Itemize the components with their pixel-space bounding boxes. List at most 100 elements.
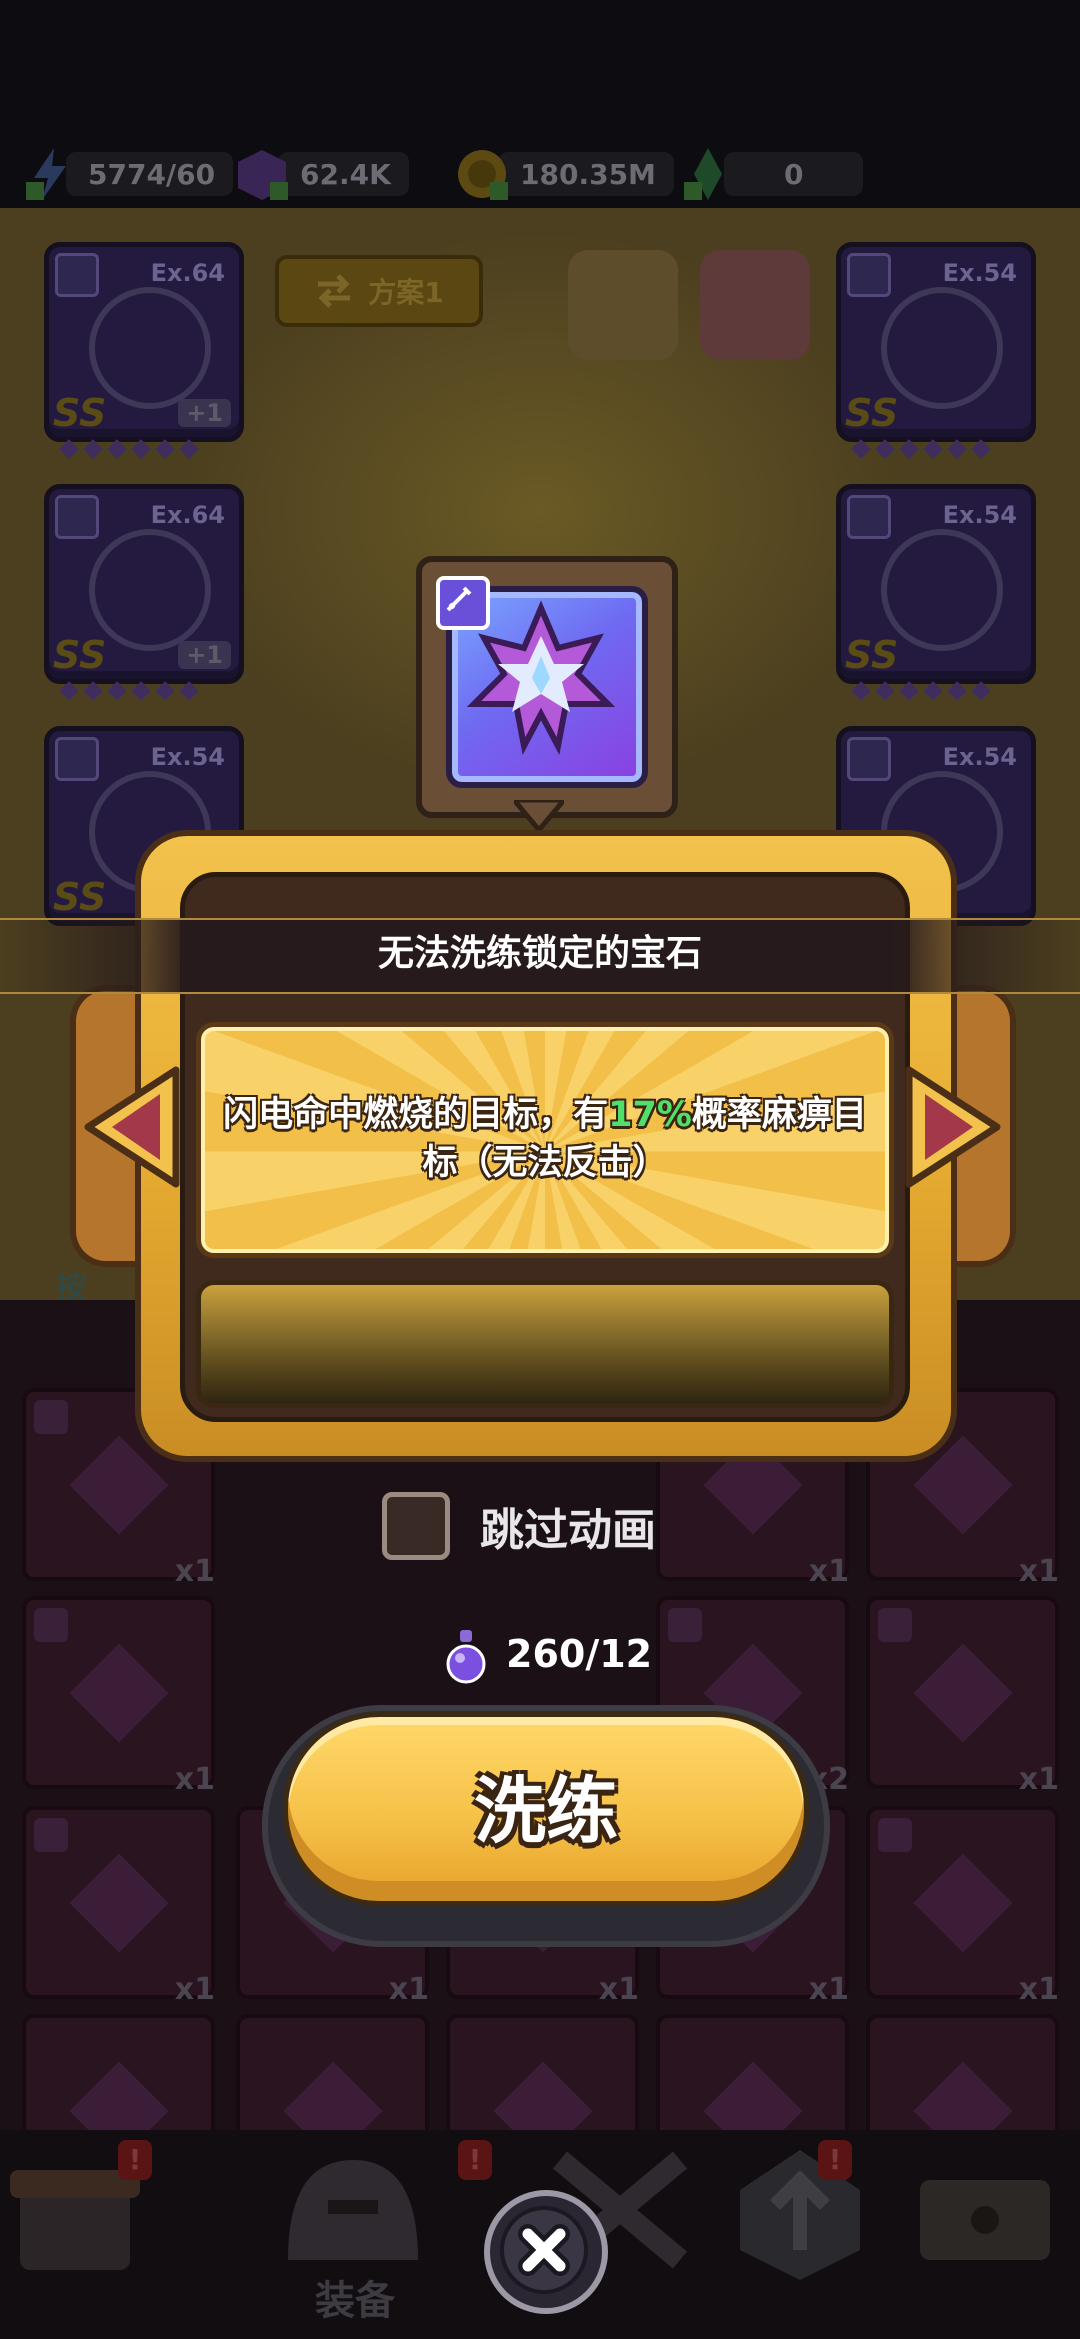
next-effect-panel [196,1280,894,1408]
gem-card-pointer [514,800,564,834]
swap-icon [318,274,351,308]
ring-tag-icon [847,495,891,539]
slot-level: Ex.54 [942,501,1017,529]
gem-resource[interactable]: 62.4K [232,140,409,208]
gem-value: 62.4K [300,157,391,191]
helmet-icon [288,2160,418,2260]
outfit-icon[interactable] [568,250,678,360]
amulet-tag-icon [847,737,891,781]
slot-plus: +1 [178,399,231,427]
equipment-slot-ring[interactable]: Ex.64 SS +1 [44,484,244,684]
equipment-slot-weapon[interactable]: Ex.64 SS +1 [44,242,244,442]
gem-count: x1 [1018,1554,1059,1589]
gem-sockets [59,681,199,704]
plan-label: 方案1 [368,276,444,309]
slot-grade: SS [845,391,899,435]
gem-star-icon [69,1643,168,1742]
resource-bar: 5774/60 62.4K 180.35M 0 [0,140,1080,208]
skip-animation-checkbox[interactable] [382,1492,450,1560]
gem-sockets [851,681,991,704]
gem-item[interactable]: x1 [866,1806,1059,2007]
ring-icon [881,529,1003,651]
ring-tag-icon [878,1608,912,1642]
gem-count: x1 [174,1762,215,1797]
gem-item[interactable]: x1 [866,1596,1059,1797]
ring-icon [89,529,211,651]
sword-tag-icon [436,576,490,630]
nav-upgrade[interactable]: ! [720,2140,900,2310]
selected-gem-card [416,556,678,818]
sword-tag-icon [34,1400,68,1434]
green-crystal-icon [678,144,738,204]
necklace-tag-icon [55,737,99,781]
energy-icon [20,144,80,204]
slot-grade: SS [53,875,107,919]
armor-tag-icon [668,1608,702,1642]
sword-tag-icon [878,1818,912,1852]
necklace-tag-icon [34,1608,68,1642]
energy-resource[interactable]: 5774/60 [20,140,234,208]
alert-badge: ! [118,2140,152,2180]
gem-star-icon [69,1853,168,1952]
close-icon [518,2224,570,2276]
gem-item[interactable]: x1 [22,1596,215,1797]
gem-count: x1 [388,1972,429,2007]
refine-button[interactable]: 洗练 [283,1712,809,1906]
equipment-slot-ring-2[interactable]: Ex.54 SS [836,484,1036,684]
gem-count: x1 [1018,1762,1059,1797]
skip-animation-label: 跳过动画 [480,1505,656,1556]
armor-icon [881,287,1003,409]
slot-level: Ex.64 [150,259,225,287]
potion-icon [446,1630,486,1684]
prev-arrow-button[interactable] [80,1062,190,1192]
dialog-title: 无法洗练锁定的宝石 [377,933,702,974]
effect-percent: 17% [608,1095,692,1135]
shard-resource[interactable]: 0 [678,140,864,208]
nav-shop[interactable]: ! [0,2140,180,2310]
effect-text-part1: 闪电命中燃烧的目标，有 [223,1095,609,1135]
refine-button-label: 洗练 [473,1768,618,1853]
ring-tag-icon [34,1818,68,1852]
coin-icon [452,144,512,204]
gem-star-icon [913,1643,1012,1742]
nav-treasure[interactable] [900,2140,1080,2310]
gem-star-icon [913,1853,1012,1952]
spear-icon [89,287,211,409]
alert-badge: ! [458,2140,492,2180]
close-button-inner [500,2206,588,2294]
plan-switch-button[interactable]: 方案1 [275,255,483,327]
shard-value: 0 [784,157,804,191]
gem-sockets [851,439,991,462]
slot-level: Ex.54 [942,259,1017,287]
purple-cube-icon [232,144,292,204]
gem-sockets [59,439,199,462]
pet-icon[interactable] [700,250,810,360]
slot-plus: +1 [178,641,231,669]
gem-count: x1 [808,1554,849,1589]
slot-grade: SS [845,633,899,677]
energy-value: 5774/60 [88,157,216,191]
coin-value: 180.35M [520,157,656,191]
gem-effect-description: 闪电命中燃烧的目标，有17%概率麻痹目标（无法反击） [221,1091,869,1187]
coin-resource[interactable]: 180.35M [452,140,674,208]
gem-item[interactable]: x1 [22,1806,215,2007]
gem-count: x1 [174,1554,215,1589]
gem-count: x1 [1018,1972,1059,2007]
gem-effect-panel: 闪电命中燃烧的目标，有17%概率麻痹目标（无法反击） [196,1022,894,1258]
slot-level: Ex.54 [150,743,225,771]
ring-tag-icon [55,495,99,539]
slot-level: Ex.54 [942,743,1017,771]
slot-grade: SS [53,391,107,435]
gem-count: x1 [808,1972,849,2007]
equipment-slot-armor[interactable]: Ex.54 SS [836,242,1036,442]
alert-badge: ! [818,2140,852,2180]
upgrade-arrow-icon [740,2150,860,2280]
sword-tag-icon [55,253,99,297]
nav-equipment-label: 装备 [315,2278,395,2324]
next-arrow-button[interactable] [895,1062,1005,1192]
treasure-chest-icon [920,2180,1050,2260]
slot-level: Ex.64 [150,501,225,529]
gem-count: x1 [174,1972,215,2007]
slot-grade: SS [53,633,107,677]
close-button[interactable] [484,2190,608,2314]
